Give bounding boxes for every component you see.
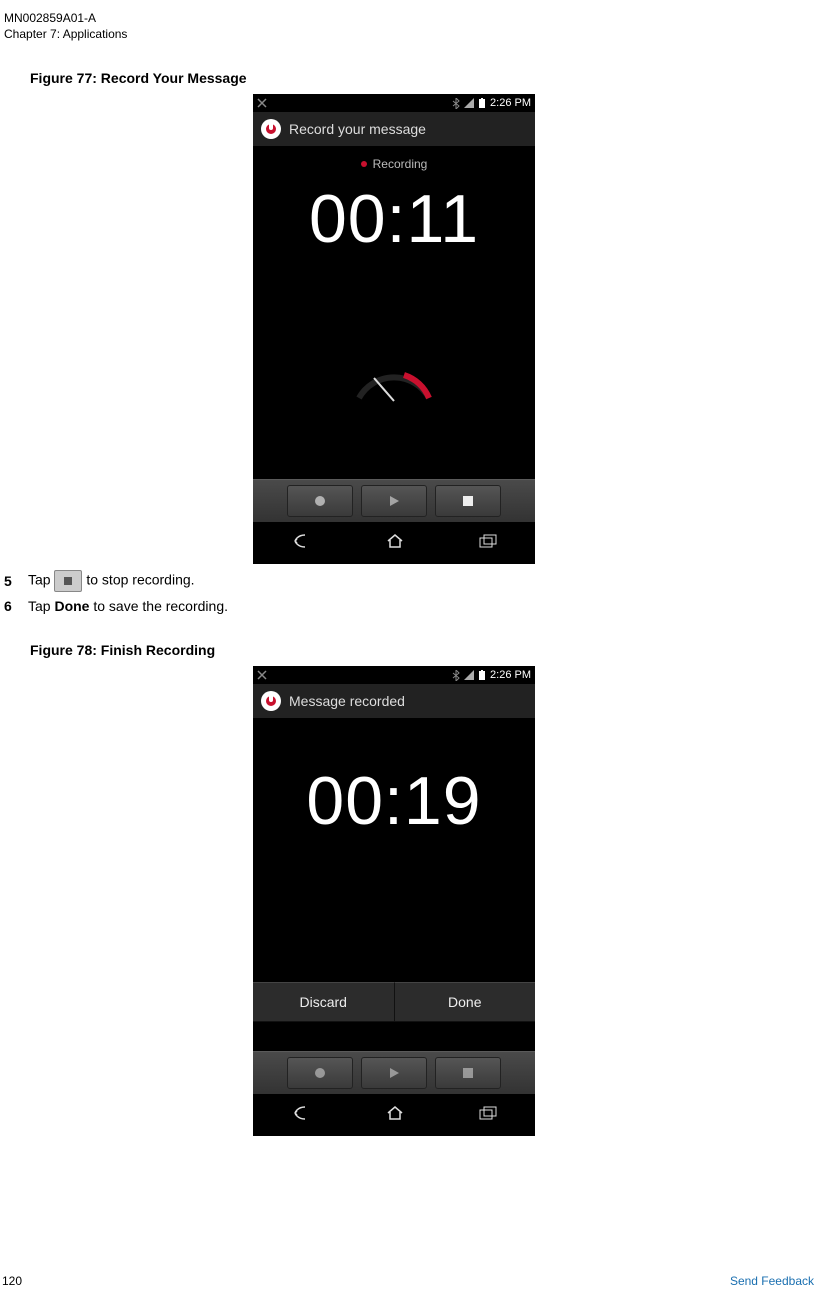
running-header: MN002859A01-A Chapter 7: Applications xyxy=(4,10,786,42)
figure-caption: Figure 77: Record Your Message xyxy=(30,70,786,86)
status-clock: 2:26 PM xyxy=(490,669,531,681)
step-5: 5 Tap to stop recording. xyxy=(4,570,786,592)
doc-id: MN002859A01-A xyxy=(4,10,786,26)
phone-screenshot-recorded: 2:26 PM Message recorded 00:19 Discard D… xyxy=(253,666,535,1136)
recording-dot-icon xyxy=(361,161,367,167)
stop-button[interactable] xyxy=(435,1057,501,1089)
figure-container: 2:26 PM Record your message Recording 00… xyxy=(2,94,786,564)
status-no-sim-icon xyxy=(257,98,267,108)
figure-container: 2:26 PM Message recorded 00:19 Discard D… xyxy=(2,666,786,1136)
home-icon[interactable] xyxy=(386,533,404,554)
status-bar: 2:26 PM xyxy=(253,666,535,684)
discard-button[interactable]: Discard xyxy=(253,982,394,1022)
record-button[interactable] xyxy=(287,1057,353,1089)
status-bar: 2:26 PM xyxy=(253,94,535,112)
chapter-label: Chapter 7: Applications xyxy=(4,26,786,42)
system-navbar xyxy=(253,1094,535,1136)
done-keyword: Done xyxy=(54,598,89,614)
recorder-controls xyxy=(253,1051,535,1094)
status-no-sim-icon xyxy=(257,670,267,680)
recording-status: Recording xyxy=(253,147,535,177)
titlebar-text: Message recorded xyxy=(289,693,405,709)
send-feedback-link[interactable]: Send Feedback xyxy=(730,1274,814,1288)
recent-apps-icon[interactable] xyxy=(479,1106,497,1125)
signal-icon xyxy=(464,98,474,108)
record-button[interactable] xyxy=(287,485,353,517)
titlebar-text: Record your message xyxy=(289,121,426,137)
document-page: MN002859A01-A Chapter 7: Applications Fi… xyxy=(0,0,816,1298)
step-text: Tap xyxy=(28,572,51,588)
discard-done-row: Discard Done xyxy=(253,982,535,1022)
step-text: Tap xyxy=(28,598,51,614)
back-icon[interactable] xyxy=(291,1105,311,1126)
app-titlebar: Record your message xyxy=(253,112,535,147)
battery-icon xyxy=(478,98,486,109)
phone-screenshot-recording: 2:26 PM Record your message Recording 00… xyxy=(253,94,535,564)
status-clock: 2:26 PM xyxy=(490,97,531,109)
page-footer: 120 Send Feedback xyxy=(2,1274,814,1288)
figure-caption: Figure 78: Finish Recording xyxy=(30,642,786,658)
vu-meter-icon xyxy=(253,363,535,403)
signal-icon xyxy=(464,670,474,680)
page-number: 120 xyxy=(2,1274,22,1288)
battery-icon xyxy=(478,670,486,681)
step-text: to save the recording. xyxy=(93,598,228,614)
home-icon[interactable] xyxy=(386,1105,404,1126)
done-button[interactable]: Done xyxy=(394,982,536,1022)
recording-label: Recording xyxy=(373,157,428,171)
step-6: 6 Tap Done to save the recording. xyxy=(4,598,786,614)
app-titlebar: Message recorded xyxy=(253,684,535,719)
bluetooth-icon xyxy=(452,670,460,681)
step-text: to stop recording. xyxy=(86,572,194,588)
recording-timer: 00:11 xyxy=(253,177,535,253)
back-icon[interactable] xyxy=(291,533,311,554)
recording-timer: 00:19 xyxy=(253,759,535,835)
stop-button[interactable] xyxy=(435,485,501,517)
step-number: 6 xyxy=(4,598,18,614)
step-number: 5 xyxy=(4,573,18,589)
recorder-app-icon xyxy=(261,119,281,139)
recent-apps-icon[interactable] xyxy=(479,534,497,553)
play-button[interactable] xyxy=(361,1057,427,1089)
bluetooth-icon xyxy=(452,98,460,109)
recorder-app-icon xyxy=(261,691,281,711)
stop-button-inline-icon xyxy=(54,570,82,592)
play-button[interactable] xyxy=(361,485,427,517)
system-navbar xyxy=(253,522,535,564)
recorder-controls xyxy=(253,479,535,522)
